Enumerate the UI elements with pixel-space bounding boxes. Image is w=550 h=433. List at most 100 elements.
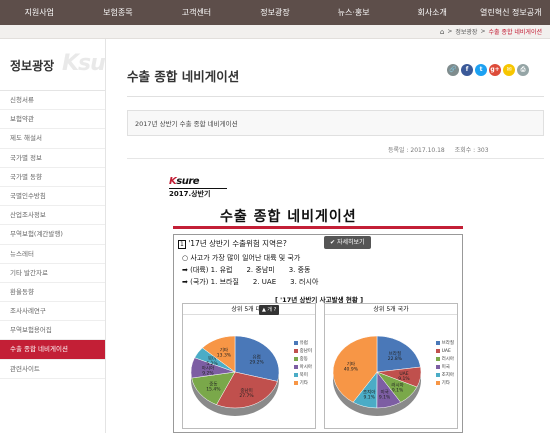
list-item: 2. UAE [252, 278, 277, 286]
left-chart-title: 상위 5개 대륙 [183, 304, 315, 315]
top-nav-item[interactable]: 정보광장 [236, 0, 315, 25]
sidebar-item[interactable]: 무역보험용어집 [0, 321, 105, 341]
legend-entry: 미국 [435, 364, 454, 372]
bullet-line: ○ 사고가 가장 많이 일어난 대륙 및 국가 [182, 254, 301, 262]
legend-entry: 중동 [293, 356, 312, 364]
legend-label: UAE [441, 349, 451, 354]
legend-label: 러시아 [441, 357, 454, 362]
legend-entry: 기타 [435, 380, 454, 388]
print-icon[interactable]: ⎙ [517, 64, 529, 76]
ksure-period: 2017.상반기 [169, 188, 227, 199]
legend-swatch [435, 340, 440, 345]
list-item: 3. 중동 [288, 266, 311, 274]
pie-value-label: 9.1% [379, 394, 391, 400]
divider [127, 96, 544, 97]
sidebar-item[interactable]: 조사사례연구 [0, 302, 105, 322]
legend-swatch [435, 380, 440, 385]
breadcrumb-section[interactable]: 정보광장 [455, 27, 477, 36]
legend-label: 기타 [441, 381, 450, 386]
sidebar-item[interactable]: 산업조사정보 [0, 206, 105, 226]
legend-entry: UAE [435, 348, 454, 356]
legend-entry: 북미 [293, 372, 312, 380]
share-buttons: 🔗 f t g+ ✉ ⎙ [447, 64, 529, 76]
sidebar-item[interactable]: 수출 종합 네비게이션 [0, 340, 105, 360]
legend-entry: 아시아 [293, 364, 312, 372]
sidebar-item[interactable]: 국가별 정보 [0, 149, 105, 168]
country-line: ➡ (국가) 1. 브라질 2. UAE 3. 러시아 [182, 277, 332, 287]
top-nav-item[interactable]: 보험종목 [79, 0, 158, 25]
legend-swatch [435, 372, 440, 377]
legend-label: 중동 [299, 357, 308, 362]
legend-swatch [435, 348, 440, 353]
top-nav-item[interactable]: 지원사업 [0, 0, 79, 25]
legend-entry: 중남미 [293, 348, 312, 356]
right-chart-panel: 상위 5개 국가 브라질 22.8% UAE 9.1% 러시아 9.1% 미국 9.1% 조지아… [324, 303, 458, 429]
link-icon[interactable]: 🔗 [447, 64, 459, 76]
pie-label: 중남미 [240, 387, 252, 394]
pie-label: 미국 [380, 388, 388, 395]
legend-label: 아시아 [299, 365, 312, 370]
heading-underline [173, 226, 463, 229]
question-number: 1 [178, 240, 186, 249]
sidebar-item[interactable]: 뉴스레터 [0, 245, 105, 264]
article-meta: 등록일 : 2017.10.18 조회수 : 303 [380, 145, 489, 154]
sidebar-logo-watermark: Ksure [62, 51, 105, 76]
divider [127, 158, 544, 159]
sidebar-item[interactable]: 신청서류 [0, 91, 105, 111]
right-chart-legend: 브라질 UAE 러시아미국조지아 기타 [435, 340, 454, 388]
sidebar-item[interactable]: 보험약관 [0, 110, 105, 130]
legend-label: 북미 [299, 373, 308, 378]
sidebar-item[interactable]: 환율동향 [0, 283, 105, 303]
breadcrumb-separator: > [447, 28, 453, 35]
legend-label: 미국 [441, 365, 450, 370]
top-navigation: 지원사업 보험종목 고객센터 정보광장 뉴스·홍보 회사소개 열린혁신 정보공개 [0, 0, 550, 25]
pie-value-label: 22.8% [388, 356, 403, 362]
legend-entry: 기타 [293, 380, 312, 388]
pie-label: 기타 [220, 347, 229, 354]
facebook-icon[interactable]: f [461, 64, 473, 76]
top-nav-item[interactable]: 뉴스·홍보 [314, 0, 393, 25]
legend-entry: 조지아 [435, 372, 454, 380]
sidebar-item[interactable]: 무역보험(계간발행) [0, 225, 105, 245]
legend-swatch [293, 356, 298, 361]
legend-label: 브라질 [441, 341, 454, 346]
detail-button[interactable]: ✔ 자세히보기 [324, 236, 371, 249]
sidebar-item[interactable]: 국가별 동향 [0, 168, 105, 187]
detail-button-label: 자세히보기 [336, 239, 365, 246]
legend-swatch [293, 348, 298, 353]
image-overlay-toolbar[interactable]: ▲ 개 ? [259, 305, 280, 315]
sidebar-item[interactable]: 기타 발간자료 [0, 264, 105, 283]
home-icon[interactable]: ⌂ [440, 28, 444, 36]
list-item: 1. 유럽 [210, 266, 233, 274]
sidebar-menu: 신청서류 보험약관 제도 해설서 국가별 정보 국가별 동향 국별인수방침 산업조사정보 무역… [0, 91, 105, 379]
top-nav-item[interactable]: 열린혁신 정보공개 [471, 0, 550, 25]
pie-value-label: 9.1% [392, 388, 404, 394]
legend-entry: 브라질 [435, 340, 454, 348]
legend-swatch [435, 356, 440, 361]
legend-label: 기타 [299, 381, 308, 386]
list-item: 3. 러시아 [290, 278, 319, 286]
pie-value-label: 15.4% [206, 387, 221, 393]
country-label: (국가) [190, 278, 209, 286]
sidebar-item[interactable]: 국별인수방침 [0, 187, 105, 207]
pie-value-label: 5.2% [206, 361, 218, 367]
top-nav-item[interactable]: 고객센터 [157, 0, 236, 25]
twitter-icon[interactable]: t [475, 64, 487, 76]
top-nav-item[interactable]: 회사소개 [393, 0, 472, 25]
google-plus-icon[interactable]: g+ [489, 64, 501, 76]
pie-value-label: 27.7% [239, 393, 254, 399]
sidebar-item[interactable]: 관련사이트 [0, 360, 105, 379]
list-item: 1. 브라질 [210, 278, 239, 286]
list-item: 2. 중남미 [246, 266, 275, 274]
left-chart-panel: 상위 5개 대륙 유럽 29.2% 중남미 27.7% 중동 15.4% 아시아 9.2% 북미… [182, 303, 316, 429]
sidebar-item[interactable]: 제도 해설서 [0, 129, 105, 149]
pie-value-label: 9.1% [364, 394, 376, 400]
legend-label: 유럽 [299, 341, 308, 346]
ksure-logo: Ksure [169, 176, 200, 187]
article-date: 등록일 : 2017.10.18 [388, 147, 445, 154]
kakao-icon[interactable]: ✉ [503, 64, 515, 76]
legend-swatch [435, 364, 440, 369]
bullet-text: 사고가 가장 많이 일어난 대륙 및 국가 [190, 254, 301, 262]
pie-value-label: 13.3% [217, 353, 232, 359]
pie-value-label: 9.2% [202, 370, 214, 376]
